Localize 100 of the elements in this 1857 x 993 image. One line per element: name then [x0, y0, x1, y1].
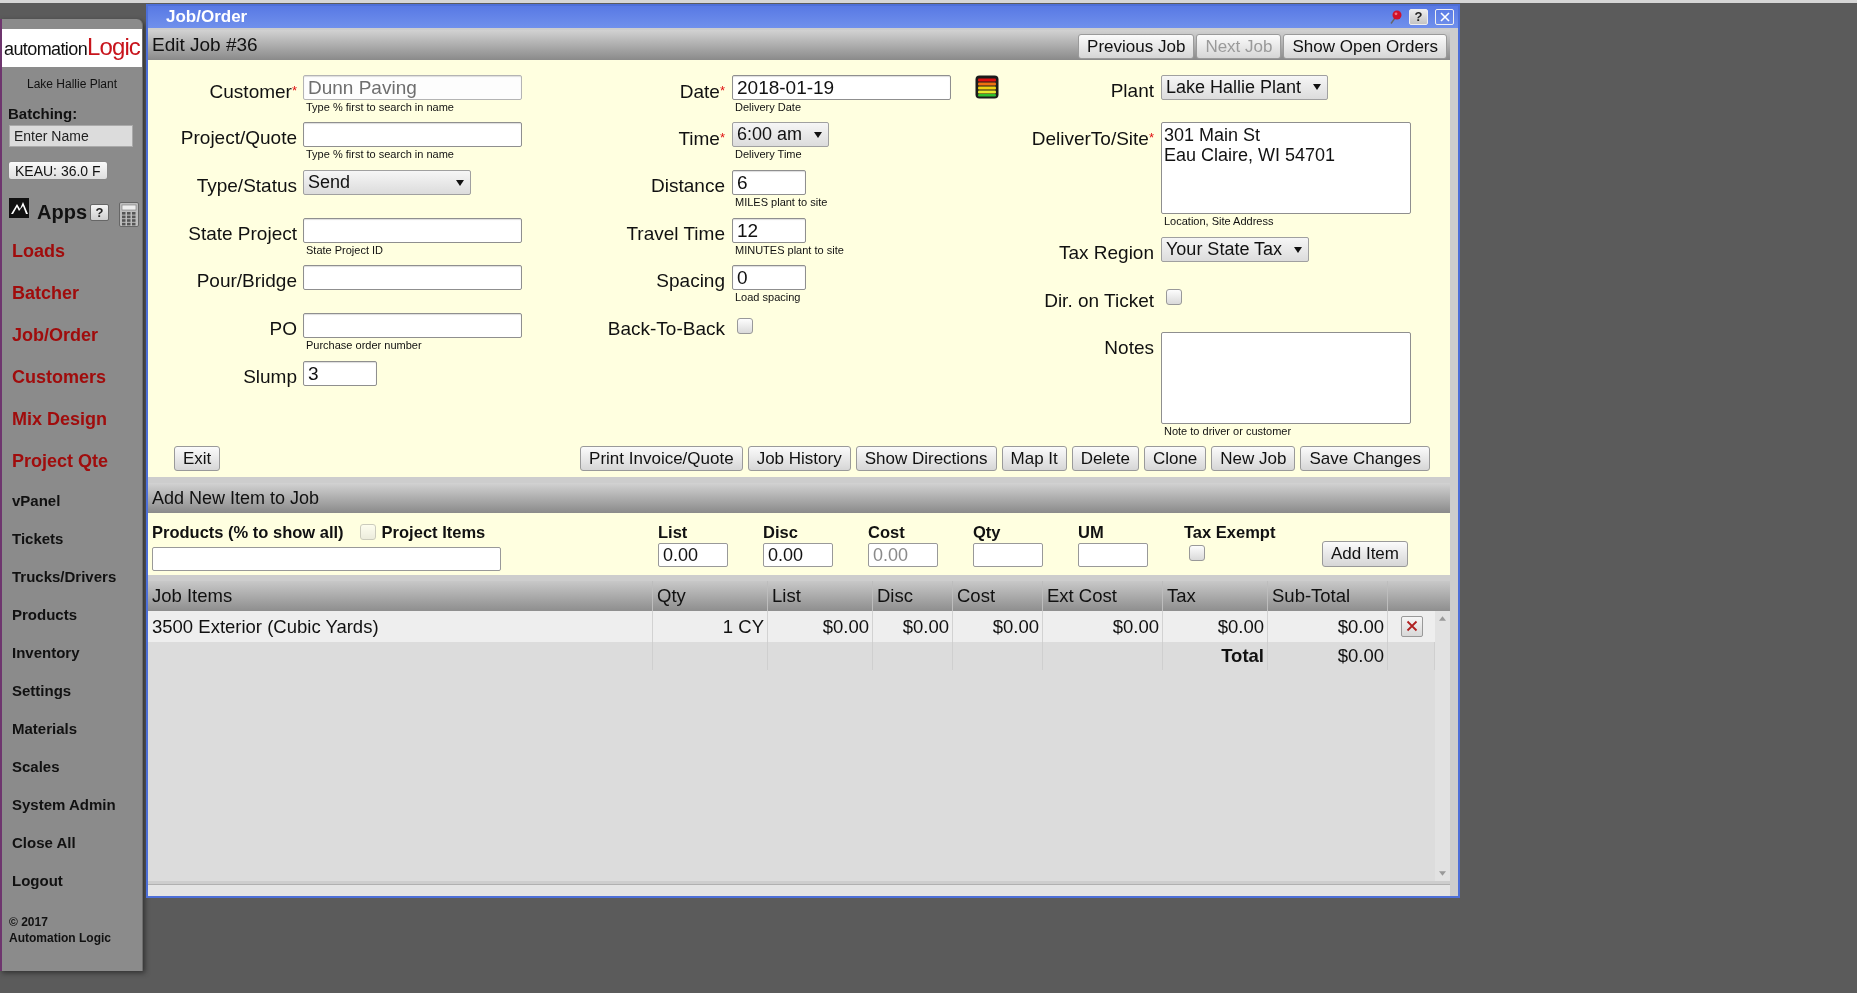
- field-label: Notes: [1104, 336, 1154, 361]
- field-hint: MINUTES plant to site: [734, 242, 844, 257]
- caret-icon: [1294, 246, 1303, 253]
- add-item-button[interactable]: Add Item: [1321, 541, 1408, 568]
- table-cell: 3500 Exterior (Cubic Yards): [148, 611, 653, 642]
- table-cell: 1 CY: [653, 611, 768, 642]
- nav-item[interactable]: Logout: [2, 862, 63, 900]
- input-field[interactable]: [1078, 543, 1148, 568]
- field-label: Date$^{*}$: [679, 79, 725, 104]
- section-title: Add New Item to Job: [152, 487, 320, 509]
- field-label: Time$^{*}$: [678, 127, 725, 152]
- nav-button[interactable]: Show Open Orders: [1283, 34, 1447, 60]
- field-label: Plant: [1110, 78, 1154, 103]
- input-field[interactable]: 12: [732, 217, 806, 243]
- horizontal-scrollbar[interactable]: [148, 884, 1450, 896]
- column-header: Sub-Total: [1268, 581, 1388, 611]
- close-icon: [1439, 11, 1450, 22]
- total-label: Total: [1163, 642, 1268, 670]
- action-button[interactable]: Clone: [1143, 446, 1207, 472]
- textarea-field[interactable]: [1161, 332, 1411, 425]
- nav-item[interactable]: Trucks/Drivers: [2, 558, 117, 596]
- input-field[interactable]: [303, 122, 522, 148]
- dropdown[interactable]: Send: [303, 170, 471, 196]
- checkbox-label: Project Items: [381, 522, 486, 543]
- input-field[interactable]: 2018-01-19: [732, 74, 951, 100]
- input-field[interactable]: 3: [303, 360, 377, 386]
- table-cell: $0.00: [953, 611, 1043, 642]
- field-hint: Purchase order number: [305, 338, 422, 353]
- input-field[interactable]: 0.00: [658, 543, 728, 568]
- input-field[interactable]: 0: [732, 265, 806, 291]
- dropdown[interactable]: Lake Hallie Plant: [1161, 74, 1329, 100]
- close-button[interactable]: [1435, 8, 1454, 25]
- input-field[interactable]: [303, 313, 522, 339]
- product-field[interactable]: [152, 547, 501, 572]
- field-label: UM: [1078, 522, 1105, 543]
- total-value: $0.00: [1268, 642, 1388, 670]
- field-hint: Delivery Date: [734, 99, 802, 114]
- scrollbar[interactable]: [1435, 611, 1450, 881]
- field-hint: State Project ID: [305, 242, 384, 257]
- caret-icon: [814, 131, 823, 138]
- field-hint: Location, Site Address: [1163, 214, 1274, 229]
- calculator-icon[interactable]: [119, 201, 139, 227]
- action-button[interactable]: New Job: [1211, 446, 1296, 472]
- caret-icon: [456, 179, 464, 186]
- nav-item[interactable]: Close All: [2, 824, 76, 862]
- checkbox[interactable]: [737, 317, 753, 334]
- name-field[interactable]: Enter Name: [9, 125, 133, 147]
- field-hint: Note to driver or customer: [1163, 424, 1292, 439]
- nav-item[interactable]: vPanel: [2, 482, 61, 520]
- field-label: Tax Region: [1058, 241, 1154, 266]
- field-label: Disc: [763, 522, 799, 543]
- action-button[interactable]: Delete: [1071, 446, 1139, 472]
- action-button[interactable]: Show Directions: [855, 446, 997, 472]
- column-header: Disc: [873, 581, 953, 611]
- dropdown[interactable]: Your State Tax: [1161, 237, 1310, 263]
- field-label: List: [658, 522, 689, 543]
- field-label: Cost: [868, 522, 906, 543]
- help-button[interactable]: ?: [1409, 8, 1428, 25]
- scroll-down-icon[interactable]: [1439, 871, 1446, 876]
- textarea-field[interactable]: 301 Main St Eau Claire, WI 54701: [1161, 122, 1411, 215]
- remove-button[interactable]: [1400, 616, 1423, 637]
- nav-item[interactable]: Inventory: [2, 634, 80, 672]
- window-title: Job/Order: [166, 6, 248, 27]
- column-header: Cost: [953, 581, 1043, 611]
- nav-button[interactable]: Previous Job: [1078, 34, 1195, 60]
- help-button[interactable]: ?: [90, 203, 109, 221]
- input-field[interactable]: 0.00: [868, 543, 938, 568]
- checkbox[interactable]: [1166, 289, 1182, 306]
- color-stripes-icon[interactable]: [975, 75, 999, 100]
- nav-item[interactable]: Materials: [2, 710, 78, 748]
- nav-item[interactable]: Settings: [2, 672, 72, 710]
- field-label: Travel Time: [626, 221, 725, 246]
- action-button[interactable]: Job History: [747, 446, 851, 472]
- input-field[interactable]: [973, 543, 1043, 568]
- input-field[interactable]: [303, 265, 522, 291]
- action-button[interactable]: Map It: [1001, 446, 1067, 472]
- checkbox[interactable]: [1189, 545, 1205, 562]
- mountain-icon: [9, 198, 29, 218]
- nav-item[interactable]: System Admin: [2, 786, 116, 824]
- weather-button[interactable]: KEAU: 36.0 F: [8, 161, 108, 180]
- dropdown[interactable]: 6:00 am: [732, 122, 830, 148]
- column-header: List: [768, 581, 873, 611]
- nav-item[interactable]: Products: [2, 596, 77, 634]
- table-cell: $0.00: [873, 611, 953, 642]
- scroll-up-icon[interactable]: [1439, 616, 1446, 621]
- field-hint: Delivery Time: [734, 147, 802, 162]
- action-button[interactable]: Save Changes: [1300, 446, 1430, 472]
- input-field[interactable]: [303, 217, 522, 243]
- table-cell: $0.00: [1163, 611, 1268, 642]
- plant-name: Lake Hallie Plant: [25, 77, 119, 91]
- apps-heading: Apps: [37, 200, 87, 224]
- input-field[interactable]: 0.00: [763, 543, 833, 568]
- pin-icon[interactable]: [1388, 8, 1402, 25]
- nav-item[interactable]: Scales: [2, 748, 60, 786]
- column-header: Ext Cost: [1043, 581, 1163, 611]
- action-button[interactable]: Print Invoice/Quote: [580, 446, 743, 472]
- field-label: Distance: [651, 174, 725, 199]
- nav-item[interactable]: Tickets: [2, 520, 64, 558]
- input-field[interactable]: 6: [732, 170, 806, 196]
- exit-button[interactable]: Exit: [174, 446, 221, 472]
